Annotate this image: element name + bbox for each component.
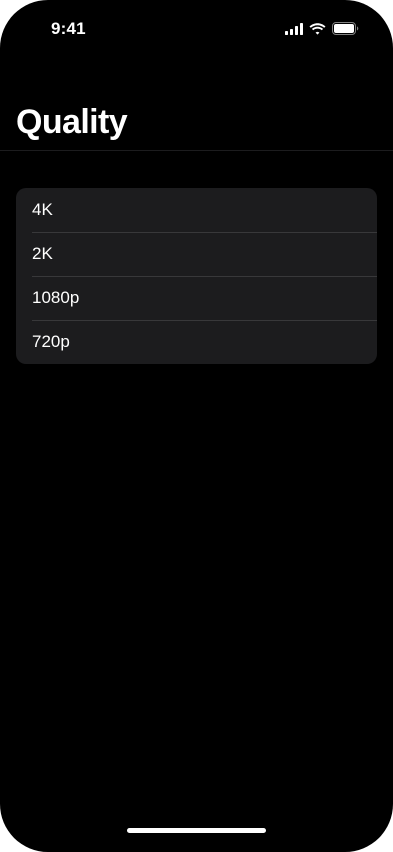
quality-option-2k[interactable]: 2K: [16, 232, 377, 276]
quality-option-label: 2K: [32, 244, 53, 263]
quality-option-label: 1080p: [32, 288, 80, 307]
home-indicator[interactable]: [127, 828, 266, 833]
quality-option-label: 4K: [32, 200, 53, 219]
page-title: Quality: [16, 103, 128, 141]
quality-options-list: 4K 2K 1080p 720p: [16, 188, 377, 364]
quality-option-720p[interactable]: 720p: [16, 320, 377, 364]
phone-screen: 9:41 Quality 4K 2K 1080p 720p: [0, 0, 393, 852]
quality-option-1080p[interactable]: 1080p: [16, 276, 377, 320]
quality-option-4k[interactable]: 4K: [16, 188, 377, 232]
quality-option-label: 720p: [32, 332, 70, 351]
navigation-header: Quality: [0, 0, 393, 151]
